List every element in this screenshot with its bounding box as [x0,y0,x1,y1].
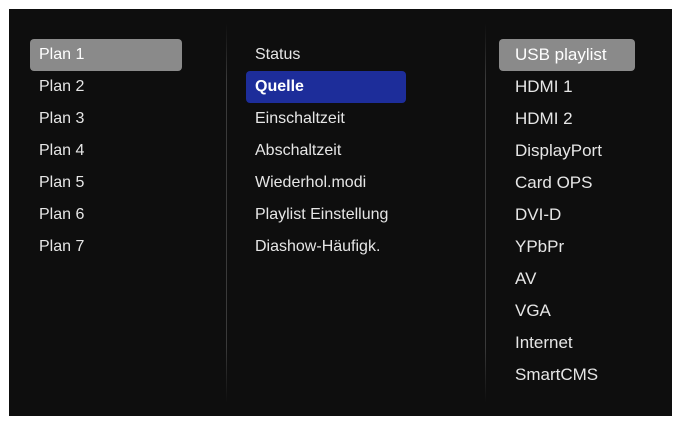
source-item-ypbpr[interactable]: YPbPr [499,231,635,263]
plan-item-6[interactable]: Plan 6 [30,199,182,231]
settings-list: Status Quelle Einschaltzeit Abschaltzeit… [246,39,406,263]
source-item-internet[interactable]: Internet [499,327,635,359]
source-item-vga[interactable]: VGA [499,295,635,327]
source-item-card-ops[interactable]: Card OPS [499,167,635,199]
source-item-usb-playlist[interactable]: USB playlist [499,39,635,71]
settings-item-playlist-einstellung[interactable]: Playlist Einstellung [246,199,406,231]
source-item-dvi-d[interactable]: DVI-D [499,199,635,231]
plan-item-3[interactable]: Plan 3 [30,103,182,135]
settings-item-diashow-haeufigk[interactable]: Diashow-Häufigk. [246,231,406,263]
osd-menu-screen: Plan 1 Plan 2 Plan 3 Plan 4 Plan 5 Plan … [9,9,672,416]
settings-item-wiederhol-modi[interactable]: Wiederhol.modi [246,167,406,199]
source-list: USB playlist HDMI 1 HDMI 2 DisplayPort C… [499,39,635,391]
settings-item-abschaltzeit[interactable]: Abschaltzeit [246,135,406,167]
settings-item-quelle[interactable]: Quelle [246,71,406,103]
plan-item-2[interactable]: Plan 2 [30,71,182,103]
column-divider [226,23,227,403]
source-item-hdmi-2[interactable]: HDMI 2 [499,103,635,135]
settings-item-status[interactable]: Status [246,39,406,71]
plan-item-7[interactable]: Plan 7 [30,231,182,263]
plan-list: Plan 1 Plan 2 Plan 3 Plan 4 Plan 5 Plan … [30,39,182,263]
plan-item-1[interactable]: Plan 1 [30,39,182,71]
plan-item-4[interactable]: Plan 4 [30,135,182,167]
source-item-av[interactable]: AV [499,263,635,295]
source-item-displayport[interactable]: DisplayPort [499,135,635,167]
plan-item-5[interactable]: Plan 5 [30,167,182,199]
source-item-hdmi-1[interactable]: HDMI 1 [499,71,635,103]
source-item-smartcms[interactable]: SmartCMS [499,359,635,391]
settings-item-einschaltzeit[interactable]: Einschaltzeit [246,103,406,135]
column-divider [485,23,486,403]
